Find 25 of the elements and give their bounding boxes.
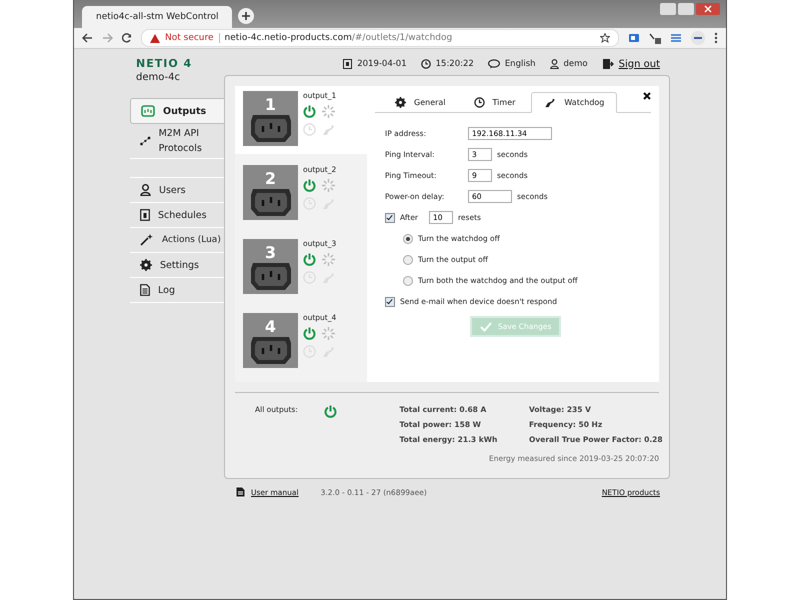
outlet-tile[interactable]: 4: [243, 313, 298, 368]
outlet-tile[interactable]: 1: [243, 91, 298, 146]
time-text: 15:20:22: [436, 59, 474, 69]
logo[interactable]: NETIO 4: [136, 57, 192, 70]
sign-out-link[interactable]: Sign out: [618, 58, 660, 70]
user-name: demo: [564, 59, 588, 69]
url-text: netio-4c.netio-products.com/#/outlets/1/watchdog: [224, 33, 452, 43]
sidebar-item[interactable]: Outputs: [130, 98, 224, 124]
tab-title: netio4c-all-stm WebControl: [96, 12, 218, 22]
language-selector[interactable]: English: [504, 59, 536, 69]
security-label: Not secure: [165, 33, 214, 43]
tab[interactable]: Timer: [462, 93, 528, 112]
outlet-tile[interactable]: 2: [243, 165, 298, 220]
device-name: demo-4c: [136, 72, 182, 83]
outlet-number: 1: [264, 97, 276, 113]
address-field[interactable]: Not secure netio-4c.netio-products.com/#/outlets/1/watchdog: [141, 29, 619, 47]
outlet-number: 2: [264, 171, 276, 187]
sidebar-item[interactable]: Users: [130, 177, 224, 203]
tab[interactable]: General: [383, 93, 458, 112]
outlet-number: 3: [264, 245, 276, 261]
date-text: 2019-04-01: [357, 59, 407, 69]
browser-tab[interactable]: netio4c-all-stm WebControl: [82, 6, 232, 28]
outlet-tile[interactable]: 3: [243, 239, 298, 294]
tab[interactable]: Watchdog: [531, 92, 618, 113]
outlet-number: 4: [264, 319, 276, 335]
